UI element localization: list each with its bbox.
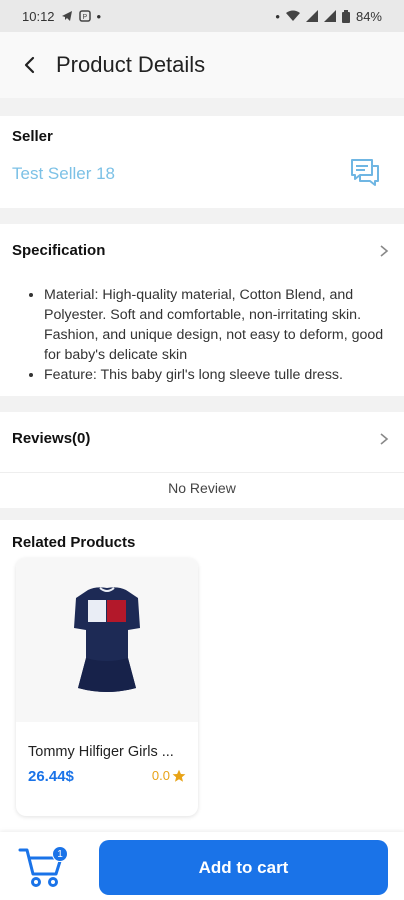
product-price: 26.44$ bbox=[28, 768, 74, 785]
telegram-icon bbox=[61, 11, 72, 21]
back-arrow-icon bbox=[24, 56, 35, 74]
battery-icon bbox=[341, 9, 350, 23]
back-button[interactable] bbox=[16, 51, 44, 79]
status-bar: 10:12 P • • 84% bbox=[0, 0, 404, 32]
status-dot-icon-2: • bbox=[275, 8, 280, 24]
divider bbox=[0, 472, 404, 473]
battery-level: 84% bbox=[355, 8, 382, 24]
dress-image bbox=[74, 587, 140, 692]
chat-icon bbox=[351, 159, 379, 186]
notification-app-icon: P bbox=[78, 10, 91, 22]
signal-icon-2 bbox=[323, 10, 336, 22]
status-time: 10:12 bbox=[22, 8, 55, 24]
chevron-right-icon bbox=[380, 244, 389, 257]
seller-label: Seller bbox=[12, 128, 53, 145]
reviews-label: Reviews(0) bbox=[12, 430, 91, 447]
spec-item: Feature: This baby girl's long sleeve tu… bbox=[44, 365, 392, 385]
no-review-text: No Review bbox=[168, 480, 236, 496]
specification-header: Specification bbox=[12, 242, 392, 259]
signal-icon bbox=[305, 10, 318, 22]
cart-count-badge: 1 bbox=[52, 846, 68, 862]
status-dot-icon: • bbox=[96, 8, 102, 24]
specification-label: Specification bbox=[12, 242, 106, 259]
product-image bbox=[16, 558, 198, 722]
status-right: • 84% bbox=[275, 9, 382, 24]
seller-name-link[interactable]: Test Seller 18 bbox=[12, 164, 115, 184]
specification-section[interactable]: Specification Material: High-quality mat… bbox=[0, 224, 404, 396]
app-header: Product Details bbox=[0, 32, 404, 98]
related-products-label: Related Products bbox=[12, 534, 136, 551]
reviews-header[interactable]: Reviews(0) bbox=[12, 430, 392, 447]
related-products-section: Related Products Tommy Hilfiger Girls ..… bbox=[0, 520, 404, 832]
chevron-right-icon bbox=[380, 432, 389, 445]
wifi-icon bbox=[285, 10, 300, 21]
spec-item: Material: High-quality material, Cotton … bbox=[44, 285, 392, 365]
cart-button[interactable]: 1 bbox=[18, 842, 70, 890]
bottom-action-bar: 1 Add to cart bbox=[0, 832, 404, 900]
seller-section: Seller Test Seller 18 bbox=[0, 116, 404, 208]
page-title: Product Details bbox=[56, 52, 206, 77]
chat-seller-button[interactable] bbox=[348, 156, 382, 190]
product-card[interactable]: Tommy Hilfiger Girls ... 26.44$ 0.0 bbox=[16, 558, 198, 816]
product-name: Tommy Hilfiger Girls ... bbox=[28, 744, 174, 760]
star-icon bbox=[172, 769, 186, 782]
specification-list: Material: High-quality material, Cotton … bbox=[12, 285, 392, 385]
status-left: 10:12 P • bbox=[22, 9, 101, 24]
reviews-section: Reviews(0) No Review bbox=[0, 412, 404, 508]
product-rating: 0.0 bbox=[152, 768, 186, 783]
svg-text:P: P bbox=[82, 14, 87, 21]
add-to-cart-button[interactable]: Add to cart bbox=[99, 840, 388, 895]
rating-value: 0.0 bbox=[151, 768, 170, 783]
